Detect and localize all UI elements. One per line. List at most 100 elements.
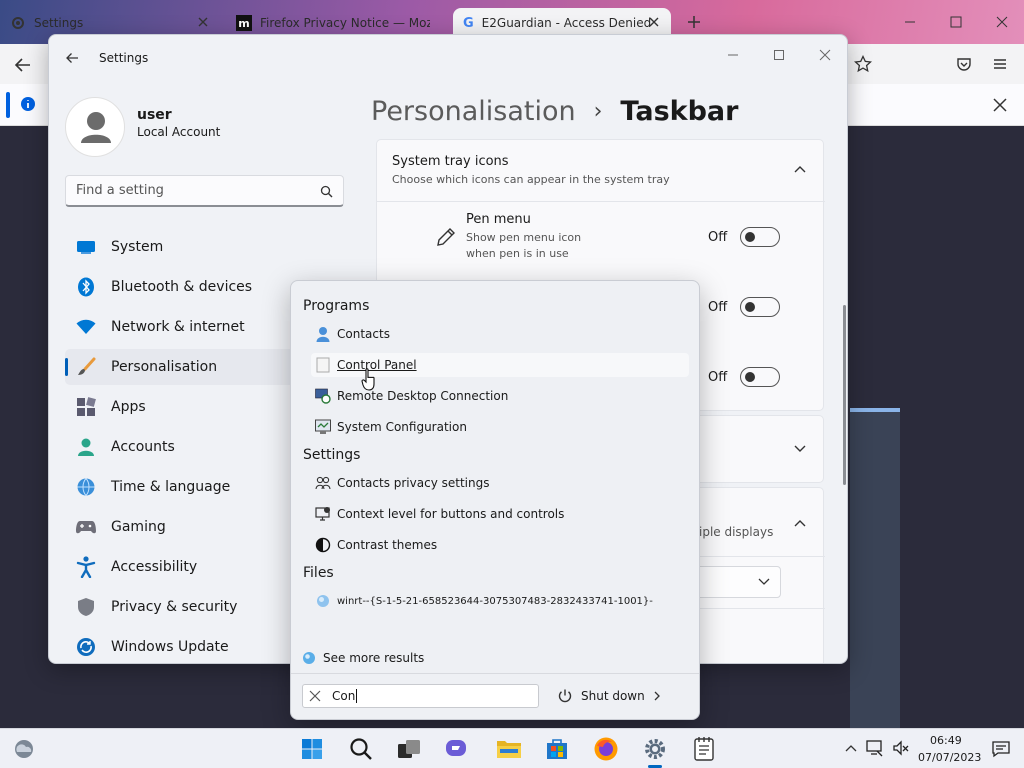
new-tab-icon[interactable]	[686, 14, 702, 30]
volume-muted-icon[interactable]	[892, 739, 910, 757]
breadcrumb: Personalisation › Taskbar	[371, 91, 738, 131]
control-panel-icon	[315, 357, 331, 373]
search-icon	[301, 650, 317, 666]
person-icon	[75, 436, 97, 458]
see-more-results-link[interactable]: See more results	[301, 646, 424, 670]
see-more-label: See more results	[323, 651, 425, 665]
search-query-text: Con	[332, 689, 358, 703]
pen-menu-state: Off	[708, 230, 728, 245]
search-result-contacts[interactable]: Contacts	[311, 322, 689, 346]
windows-logo-icon	[302, 739, 322, 759]
back-arrow-icon[interactable]	[14, 56, 32, 74]
search-result-label: Contacts	[337, 327, 390, 341]
widgets-button[interactable]	[10, 735, 38, 763]
clock-time[interactable]: 06:49	[930, 734, 962, 747]
start-button[interactable]	[298, 735, 326, 763]
clock-date[interactable]: 07/07/2023	[918, 751, 981, 764]
pocket-icon[interactable]	[956, 56, 972, 72]
search-result-system-configuration[interactable]: System Configuration	[311, 415, 689, 439]
firefox-button[interactable]	[592, 735, 620, 763]
minimize-icon[interactable]	[902, 14, 918, 30]
chevron-down-icon	[794, 445, 806, 452]
sidebar-item-system[interactable]: System	[65, 229, 335, 265]
system-tray-subtitle: Choose which icons can appear in the sys…	[392, 173, 670, 186]
shut-down-label: Shut down	[581, 689, 645, 703]
sidebar-item-label: Accessibility	[111, 559, 198, 575]
sidebar-item-label: Personalisation	[111, 359, 218, 375]
task-view-button[interactable]	[395, 735, 423, 763]
back-arrow-icon[interactable]	[65, 51, 79, 65]
hamburger-menu-icon[interactable]	[992, 56, 1008, 72]
context-level-icon	[315, 506, 331, 522]
account-type: Local Account	[137, 125, 221, 139]
file-explorer-button[interactable]	[495, 735, 523, 763]
pen-menu-toggle[interactable]	[740, 227, 780, 247]
search-result-label: Contrast themes	[337, 538, 438, 552]
sidebar-item-label: Accounts	[111, 439, 175, 455]
taskbar-search-button[interactable]	[347, 735, 375, 763]
store-icon	[547, 739, 567, 759]
store-button[interactable]	[543, 735, 571, 763]
notification-icon[interactable]	[992, 740, 1010, 758]
settings-titlebar: Settings	[49, 35, 847, 81]
search-icon	[320, 185, 333, 198]
network-icon[interactable]	[866, 739, 884, 757]
monitor-icon	[75, 236, 97, 258]
brush-icon	[75, 356, 97, 378]
close-icon	[819, 49, 831, 61]
maximize-icon[interactable]	[948, 14, 964, 30]
tray-toggle-3[interactable]	[740, 367, 780, 387]
search-result-label: winrt--{S-1-5-21-658523644-3075307483-28…	[337, 595, 653, 607]
chat-button[interactable]	[443, 735, 471, 763]
close-window-icon[interactable]	[994, 14, 1010, 30]
close-infobar-icon[interactable]	[992, 97, 1008, 113]
scrollbar-thumb[interactable]	[843, 305, 846, 485]
chevron-up-icon[interactable]	[844, 742, 858, 754]
tray-toggle-2[interactable]	[740, 297, 780, 317]
minimize-button[interactable]	[713, 41, 753, 69]
info-accent-bar	[6, 92, 10, 118]
sidebar-item-label: Bluetooth & devices	[111, 279, 253, 295]
sidebar-item-label: Windows Update	[111, 639, 229, 655]
close-tab-icon[interactable]	[196, 15, 210, 29]
gamepad-icon	[75, 516, 97, 538]
search-result-context-level[interactable]: Context level for buttons and controls	[311, 502, 689, 526]
file-icon	[315, 593, 331, 609]
settings-button[interactable]	[641, 735, 669, 763]
gear-icon	[12, 17, 24, 29]
globe-clock-icon	[75, 476, 97, 498]
search-result-contrast-themes[interactable]: Contrast themes	[311, 533, 689, 557]
weather-icon	[15, 740, 33, 758]
section-heading-programs: Programs	[303, 298, 370, 314]
tab-title: Settings	[34, 16, 84, 30]
avatar[interactable]	[65, 97, 125, 157]
tab-title: E2Guardian - Access Denied	[481, 16, 652, 30]
notepad-button[interactable]	[690, 735, 718, 763]
bookmark-star-icon[interactable]	[854, 55, 872, 73]
breadcrumb-separator: ›	[593, 98, 603, 124]
apps-icon	[75, 396, 97, 418]
user-name: user	[137, 107, 172, 123]
shut-down-button[interactable]: Shut down	[557, 684, 667, 708]
close-tab-icon[interactable]	[647, 15, 661, 29]
task-view-icon	[398, 740, 420, 758]
power-icon	[558, 689, 572, 703]
search-result-contacts-privacy[interactable]: Contacts privacy settings	[311, 471, 689, 495]
close-button[interactable]	[805, 41, 845, 69]
start-search-input[interactable]: Con	[302, 684, 539, 708]
search-result-winrt-file[interactable]: winrt--{S-1-5-21-658523644-3075307483-28…	[311, 589, 689, 613]
system-tray-header[interactable]: System tray icons Choose which icons can…	[377, 140, 825, 202]
firefox-icon	[594, 737, 618, 761]
search-icon	[350, 738, 372, 760]
maximize-button[interactable]	[759, 41, 799, 69]
sidebar-item-label: Privacy & security	[111, 599, 238, 615]
page-title: Taskbar	[620, 95, 739, 127]
toggle-3-state: Off	[708, 370, 728, 385]
system-config-icon	[315, 419, 331, 435]
hand-cursor-icon	[361, 368, 375, 391]
clear-search-icon[interactable]	[309, 690, 321, 702]
contacts-privacy-icon	[315, 475, 331, 491]
toggle-2-state: Off	[708, 300, 728, 315]
breadcrumb-parent[interactable]: Personalisation	[371, 96, 576, 127]
find-setting-input[interactable]: Find a setting	[65, 175, 344, 207]
